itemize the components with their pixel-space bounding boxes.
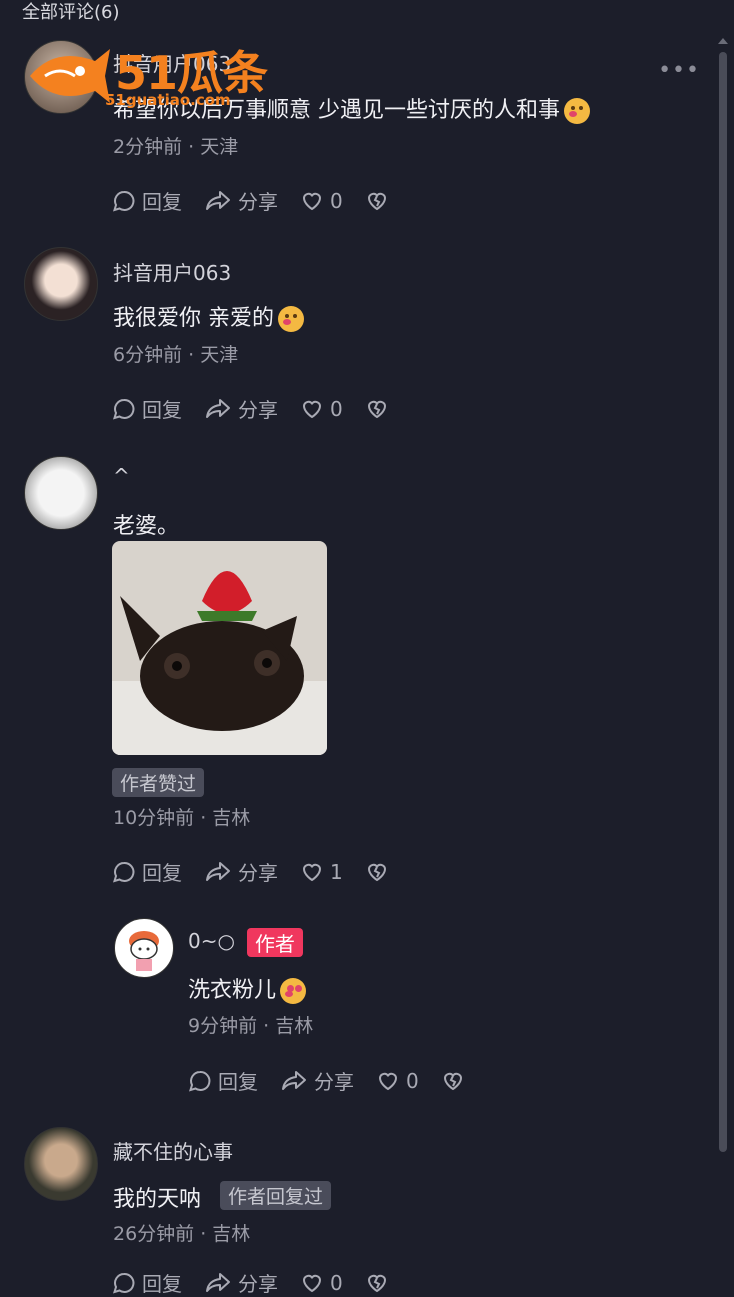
share-button[interactable]: 分享 xyxy=(204,394,278,423)
like-count: 0 xyxy=(330,188,343,213)
reply-button[interactable]: 回复 xyxy=(112,857,182,886)
share-button[interactable]: 分享 xyxy=(204,186,278,215)
reply-label: 回复 xyxy=(142,398,182,422)
reply-username-text: 0~○ xyxy=(188,929,235,953)
share-button[interactable]: 分享 xyxy=(204,1268,278,1297)
avatar[interactable] xyxy=(114,918,174,978)
scroll-up-icon[interactable] xyxy=(718,38,728,44)
heart-icon xyxy=(378,1072,398,1090)
reply-meta: 9分钟前 · 吉林 xyxy=(188,1015,314,1037)
hello-kitty-icon xyxy=(129,931,159,971)
author-badge: 作者 xyxy=(246,928,303,957)
reply-button[interactable]: 回复 xyxy=(112,186,182,215)
dislike-icon xyxy=(367,192,386,210)
reply-icon xyxy=(113,398,135,419)
star-eyes-emoji-icon xyxy=(280,978,307,1004)
reply-text-content: 洗衣粉儿 xyxy=(188,978,277,1003)
comment-actions: 回复 分享 1 xyxy=(112,857,417,886)
reply-icon xyxy=(113,1272,135,1293)
dislike-icon xyxy=(367,863,386,881)
reply-button[interactable]: 回复 xyxy=(112,394,182,423)
heart-icon xyxy=(302,192,322,210)
like-button[interactable]: 0 xyxy=(376,1069,419,1093)
reply-label: 回复 xyxy=(142,1272,182,1296)
dislike-button[interactable] xyxy=(365,860,395,884)
watermark-logo: 51瓜条 51guatiao.com xyxy=(25,35,285,115)
comment-text: 我的天呐 xyxy=(113,1187,202,1212)
dislike-button[interactable] xyxy=(365,1271,395,1295)
reply-label: 回复 xyxy=(142,190,182,214)
comment-image[interactable] xyxy=(112,541,327,755)
share-icon xyxy=(206,398,230,418)
heart-icon xyxy=(302,863,322,881)
comment-text: 老婆。 xyxy=(113,514,180,539)
scrollbar[interactable] xyxy=(718,38,728,1158)
share-icon xyxy=(206,190,230,210)
author-liked-tag: 作者赞过 xyxy=(112,768,205,797)
more-icon[interactable]: ••• xyxy=(658,58,700,83)
reply-label: 回复 xyxy=(218,1070,258,1094)
comment-username[interactable]: 藏不住的心事 xyxy=(113,1136,233,1165)
share-icon xyxy=(282,1070,306,1090)
dislike-button[interactable] xyxy=(441,1069,471,1093)
like-count: 0 xyxy=(330,396,343,421)
dislike-button[interactable] xyxy=(365,189,395,213)
comment-meta: 26分钟前 · 吉林 xyxy=(113,1223,251,1245)
comment-actions: 回复 分享 0 xyxy=(112,394,417,423)
like-count: 0 xyxy=(330,1270,343,1295)
watermark-site: 51guatiao.com xyxy=(105,91,231,109)
share-button[interactable]: 分享 xyxy=(280,1066,354,1095)
dislike-button[interactable] xyxy=(365,397,395,421)
kiss-emoji-icon xyxy=(278,306,304,332)
comment-text-content: 我很爱你 亲爱的 xyxy=(113,306,274,331)
cat-photo xyxy=(112,541,327,755)
comment-username[interactable]: 抖音用户063 xyxy=(113,257,231,286)
reply-button[interactable]: 回复 xyxy=(188,1066,258,1095)
comment-text: 我很爱你 亲爱的 xyxy=(113,300,304,332)
avatar[interactable] xyxy=(24,247,98,321)
comment-actions: 回复 分享 0 xyxy=(112,1268,417,1297)
comments-header: 全部评论(6) xyxy=(22,2,120,23)
like-button[interactable]: 0 xyxy=(300,1271,343,1295)
reply-button[interactable]: 回复 xyxy=(112,1268,182,1297)
dislike-icon xyxy=(443,1072,462,1090)
heart-icon xyxy=(302,400,322,418)
reply-icon xyxy=(113,190,135,211)
share-label: 分享 xyxy=(238,398,278,422)
avatar[interactable] xyxy=(24,1127,98,1201)
share-button[interactable]: 分享 xyxy=(204,857,278,886)
dislike-icon xyxy=(367,400,386,418)
comment-username[interactable]: ^ xyxy=(113,464,130,488)
comment-meta: 6分钟前 · 天津 xyxy=(113,344,239,366)
like-count: 0 xyxy=(406,1068,419,1093)
share-icon xyxy=(206,1272,230,1292)
comment-meta: 10分钟前 · 吉林 xyxy=(113,807,251,829)
author-replied-tag: 作者回复过 xyxy=(220,1181,332,1210)
heart-icon xyxy=(302,1274,322,1292)
like-button[interactable]: 1 xyxy=(300,860,343,884)
reply-label: 回复 xyxy=(142,861,182,885)
avatar[interactable] xyxy=(24,456,98,530)
reply-icon xyxy=(113,861,135,882)
like-button[interactable]: 0 xyxy=(300,397,343,421)
share-label: 分享 xyxy=(238,1272,278,1296)
share-label: 分享 xyxy=(314,1070,354,1094)
reply-username[interactable]: 0~○ 作者 xyxy=(188,928,303,957)
comment-actions: 回复 分享 0 xyxy=(112,186,417,215)
reply-text: 洗衣粉儿 xyxy=(188,972,307,1004)
share-label: 分享 xyxy=(238,861,278,885)
scroll-thumb[interactable] xyxy=(719,52,727,1152)
dislike-icon xyxy=(367,1274,386,1292)
reply-icon xyxy=(189,1070,211,1091)
reply-actions: 回复 分享 0 xyxy=(188,1066,493,1095)
share-icon xyxy=(206,861,230,881)
comment-meta: 2分钟前 · 天津 xyxy=(113,136,239,158)
kiss-emoji-icon xyxy=(564,98,590,124)
share-label: 分享 xyxy=(238,190,278,214)
like-button[interactable]: 0 xyxy=(300,189,343,213)
like-count: 1 xyxy=(330,859,343,884)
fish-logo-icon xyxy=(30,49,110,103)
